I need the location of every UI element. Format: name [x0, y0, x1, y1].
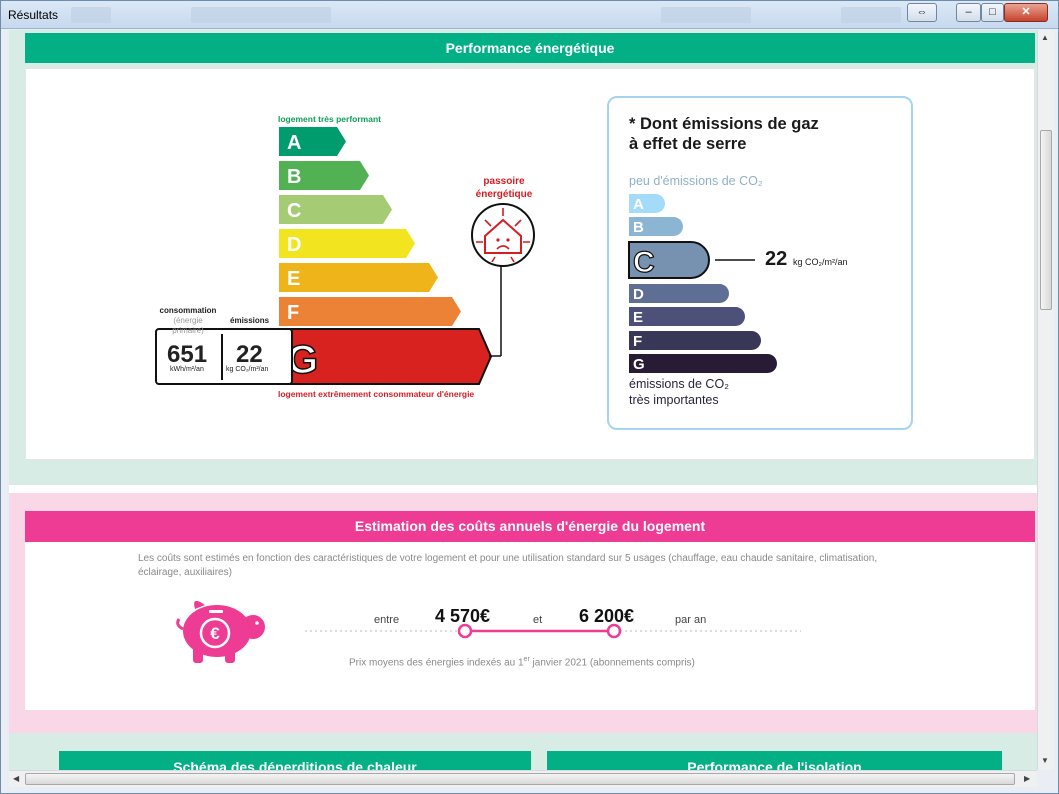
ges-panel: * Dont émissions de gaz à effet de serre… — [607, 96, 913, 430]
background-ghost — [661, 7, 751, 23]
passoire-line1: passoire — [483, 176, 525, 187]
scroll-content: Performance énergétique logement très pe… — [9, 30, 1037, 770]
ges-letter-e: E — [633, 309, 643, 326]
horizontal-scroll-thumb[interactable] — [25, 773, 1015, 785]
dpe-scale: ABCDEFG — [155, 127, 535, 385]
window-title: Résultats — [8, 8, 59, 22]
restore-icon[interactable]: ⇔ — [907, 3, 937, 22]
ges-bar-g — [629, 354, 777, 373]
cost-panel: Les coûts sont estimés en fonction des c… — [25, 542, 1035, 710]
scroll-right-icon[interactable]: ▶ — [1024, 774, 1030, 783]
ges-bar-f — [629, 331, 761, 350]
ges-bottom-line1: émissions de CO₂ — [629, 377, 730, 391]
title-bar[interactable]: Résultats ⇔ – □ ✕ — [1, 1, 1058, 29]
cost-note-prefix: Prix moyens des énergies indexés au 1 — [349, 657, 524, 669]
dpe-letter-a: A — [287, 132, 301, 154]
background-ghost — [191, 7, 331, 23]
max-cost-marker — [606, 623, 622, 639]
dpe-letter-d: D — [287, 234, 301, 256]
consumption-value: 651 — [167, 341, 208, 368]
cost-range-bar — [305, 623, 801, 639]
scroll-down-icon[interactable]: ▼ — [1041, 756, 1049, 765]
cost-section-title: Estimation des coûts annuels d'énergie d… — [25, 511, 1035, 542]
emissions-label: émissions — [230, 316, 270, 325]
dpe-bar-e — [279, 263, 438, 292]
ges-unit: kg CO₂/m²/an — [793, 257, 848, 267]
vertical-scrollbar[interactable]: ▲ ▼ — [1037, 30, 1054, 770]
background-ghost — [71, 7, 111, 23]
minimize-button[interactable]: – — [956, 3, 981, 22]
cost-description: Les coûts sont estimés en fonction des c… — [138, 553, 878, 578]
close-button[interactable]: ✕ — [1004, 3, 1048, 22]
bottom-cards-section: Schéma des déperditions de chaleur Perfo… — [9, 733, 1037, 770]
consumption-unit: kWh/m²/an — [170, 366, 204, 373]
heat-loss-card[interactable]: Schéma des déperditions de chaleur — [59, 751, 531, 770]
emissions-value: 22 — [236, 341, 263, 368]
consumption-label: consommation (énergie primaire) — [159, 306, 217, 336]
energy-cost-section: Estimation des coûts annuels d'énergie d… — [9, 493, 1037, 733]
dpe-bar-f — [279, 297, 461, 326]
min-cost-marker — [457, 623, 473, 639]
ges-letter-c: C — [633, 246, 655, 279]
vertical-scroll-thumb[interactable] — [1040, 130, 1052, 310]
background-ghost — [841, 7, 901, 23]
ges-letter-d: D — [633, 286, 644, 303]
ges-bottom-label: émissions de CO₂ très importantes — [629, 376, 729, 408]
ges-value: 22 — [765, 248, 788, 270]
energy-performance-section: Performance énergétique logement très pe… — [9, 30, 1037, 485]
scroll-left-icon[interactable]: ◀ — [13, 774, 19, 783]
passoire-icon — [471, 203, 535, 267]
dpe-letter-e: E — [287, 268, 300, 290]
horizontal-scrollbar[interactable]: ◀ ▶ — [9, 770, 1037, 787]
maximize-button[interactable]: □ — [981, 3, 1004, 22]
dpe-letter-f: F — [287, 302, 299, 324]
passoire-label: passoire énergétique — [459, 175, 549, 201]
ges-bar-e — [629, 307, 745, 326]
emissions-unit: kg CO₂/m²/an — [226, 366, 269, 373]
ges-letter-f: F — [633, 333, 642, 350]
ges-bottom-line2: très importantes — [629, 393, 719, 407]
piggy-bank-icon: € — [176, 600, 265, 663]
scroll-up-icon[interactable]: ▲ — [1041, 33, 1049, 42]
svg-text:€: € — [210, 624, 220, 643]
dpe-letter-c: C — [287, 200, 301, 222]
insulation-card[interactable]: Performance de l'isolation — [547, 751, 1002, 770]
cost-note: Prix moyens des énergies indexés au 1er … — [349, 656, 695, 668]
consumption-label-text: consommation — [159, 306, 217, 315]
ges-bar-d — [629, 284, 729, 303]
cost-note-suffix: janvier 2021 (abonnements compris) — [529, 657, 695, 669]
ges-letter-g: G — [633, 356, 645, 373]
dpe-letter-b: B — [287, 166, 301, 188]
ges-letter-b: B — [633, 219, 644, 236]
passoire-line2: énergétique — [475, 189, 533, 200]
ges-letter-a: A — [633, 196, 644, 213]
consumption-sublabel: (énergie primaire) — [172, 316, 204, 335]
results-window: Résultats ⇔ – □ ✕ Performance énergétiqu… — [0, 0, 1059, 794]
